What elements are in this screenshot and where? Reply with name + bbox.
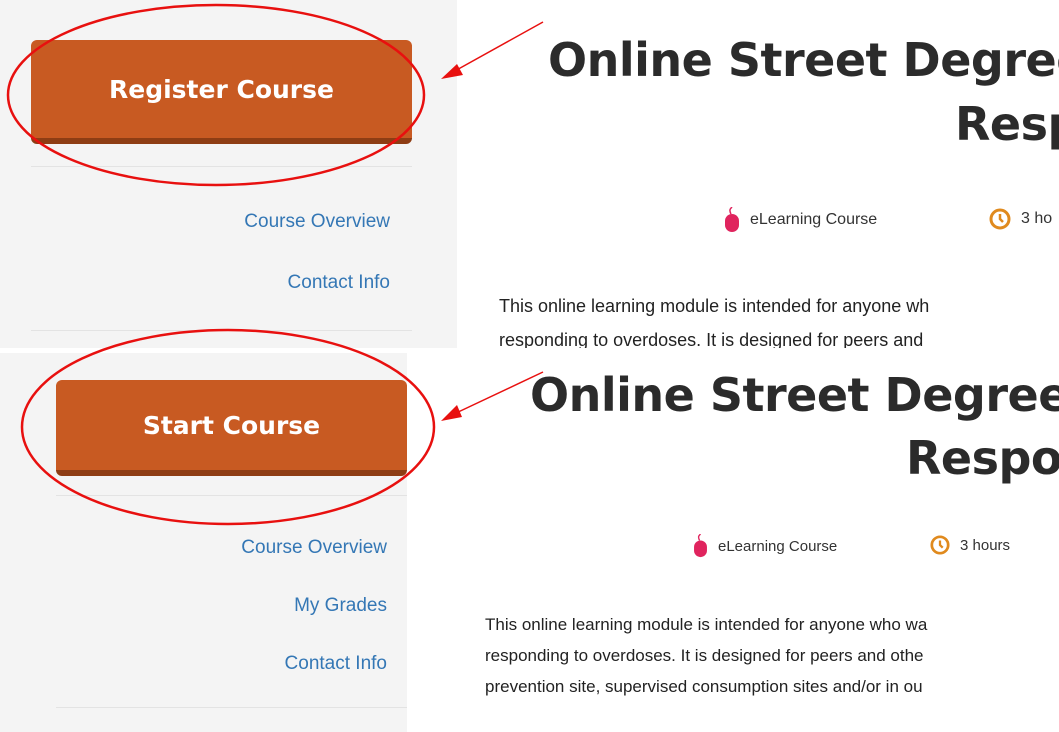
nav-course-overview[interactable]: Course Overview — [241, 537, 387, 559]
sidebar-divider — [56, 707, 407, 708]
sidebar-divider — [31, 330, 412, 331]
course-sidebar: Register Course Course Overview Contact … — [0, 0, 457, 348]
mouse-icon — [694, 534, 707, 558]
description-line: This online learning module is intended … — [499, 296, 930, 316]
clock-icon — [989, 208, 1011, 230]
start-course-button[interactable]: Start Course — [56, 380, 407, 476]
course-duration-label: 3 hours — [960, 536, 1011, 554]
nav-course-overview[interactable]: Course Overview — [244, 211, 390, 233]
course-sidebar: Start Course Course Overview My Grades C… — [0, 353, 407, 732]
sidebar-divider — [56, 495, 407, 496]
description-line: responding to overdoses. It is designed … — [499, 330, 924, 348]
course-type-label: eLearning Course — [750, 211, 878, 228]
description-line: responding to overdoses. It is designed … — [485, 646, 924, 665]
course-description: This online learning module is intended … — [485, 609, 927, 702]
course-duration: 3 hours — [930, 535, 1010, 555]
course-title: Online Street Degree – — [530, 368, 1059, 422]
clock-icon — [930, 535, 950, 555]
course-type-label: eLearning Course — [718, 537, 838, 555]
course-page-after-registration: Start Course Course Overview My Grades C… — [0, 353, 1059, 732]
description-line: prevention site, supervised consumption … — [485, 677, 923, 696]
description-line: This online learning module is intended … — [485, 615, 928, 634]
sidebar-divider — [31, 166, 412, 167]
course-title-continued: Resp — [955, 97, 1059, 151]
course-duration-label: 3 ho — [1021, 210, 1053, 227]
nav-my-grades[interactable]: My Grades — [294, 595, 387, 617]
course-duration: 3 ho — [989, 208, 1052, 230]
course-page-before-registration: Register Course Course Overview Contact … — [0, 0, 1059, 348]
course-title-continued: Respo — [906, 431, 1059, 485]
course-description: This online learning module is intended … — [499, 289, 929, 348]
register-course-button[interactable]: Register Course — [31, 40, 412, 144]
course-title: Online Street Degree — [548, 33, 1059, 87]
nav-contact-info[interactable]: Contact Info — [288, 272, 390, 294]
course-type: eLearning Course — [693, 534, 837, 558]
mouse-icon — [725, 207, 739, 232]
course-type: eLearning Course — [724, 207, 877, 233]
nav-contact-info[interactable]: Contact Info — [285, 653, 387, 675]
